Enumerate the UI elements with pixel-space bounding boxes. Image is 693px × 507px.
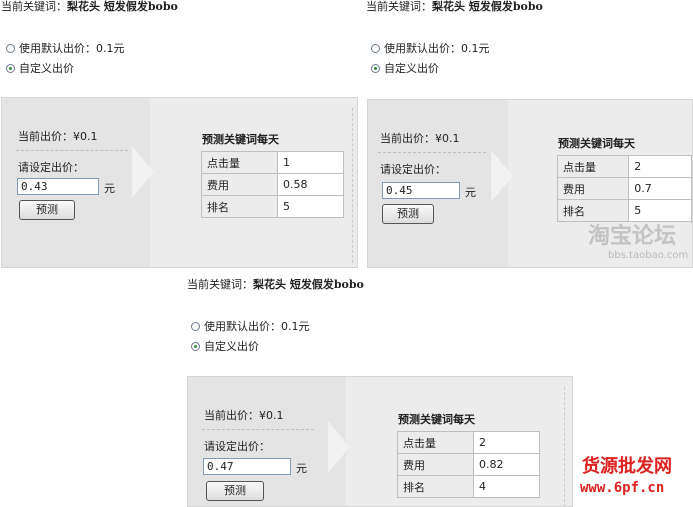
keyword-label: 当前关键词： (1, 0, 67, 13)
metric-name: 排名 (201, 195, 278, 218)
table-row: 排名 4 (397, 475, 540, 498)
custom-bid-label: 自定义出价 (19, 62, 74, 75)
table-row: 点击量 2 (397, 431, 540, 454)
set-bid-label: 请设定出价： (204, 440, 270, 453)
radio-default[interactable] (371, 43, 380, 53)
metric-name: 费用 (556, 177, 630, 200)
current-bid: 当前出价：¥0.1 (18, 128, 98, 144)
forecast-table: 点击量 1 费用 0.58 排名 5 (201, 151, 344, 218)
bid-panel-3: 当前关键词：梨花头 短发假发bobo 使用默认出价：0.1元 自定义出价 当前出… (185, 272, 575, 507)
keyword-line: 当前关键词：梨花头 短发假发bobo (1, 0, 178, 14)
forecast-title: 预测关键词每天 (398, 413, 475, 426)
forecast-box: 当前出价：¥0.1 请设定出价： 0.43 元 预测 预测关键词每天 点击量 1 … (1, 97, 358, 268)
metric-value: 2 (473, 431, 540, 454)
default-bid-label: 使用默认出价：0.1元 (19, 42, 125, 55)
metric-name: 排名 (397, 475, 474, 498)
metric-value: 2 (628, 155, 692, 178)
custom-bid-option[interactable]: 自定义出价 (371, 60, 439, 76)
current-bid-value: ¥0.1 (435, 132, 460, 145)
dashed-separator (16, 150, 128, 151)
custom-bid-option[interactable]: 自定义出价 (6, 60, 74, 76)
metric-value: 0.7 (628, 177, 692, 200)
bid-panel-1: 当前关键词：梨花头 短发假发bobo 使用默认出价：0.1元 自定义出价 当前出… (0, 0, 360, 268)
custom-bid-option[interactable]: 自定义出价 (191, 338, 259, 354)
keyword-value: 梨花头 短发假发bobo (253, 278, 364, 291)
dashed-separator (202, 429, 314, 430)
metric-value: 4 (473, 475, 540, 498)
metric-value: 5 (277, 195, 344, 218)
table-row: 点击量 1 (201, 151, 344, 174)
bid-panel-2: 当前关键词：梨花头 短发假发bobo 使用默认出价：0.1元 自定义出价 当前出… (363, 0, 693, 268)
yuan-unit: 元 (296, 462, 307, 475)
divider (352, 108, 353, 263)
default-bid-label: 使用默认出价：0.1元 (204, 320, 310, 333)
current-bid: 当前出价：¥0.1 (204, 407, 284, 423)
forecast-table: 点击量 2 费用 0.82 排名 4 (397, 431, 540, 498)
metric-name: 费用 (397, 453, 474, 476)
keyword-label: 当前关键词： (187, 278, 253, 291)
current-bid-value: ¥0.1 (73, 130, 98, 143)
keyword-line: 当前关键词：梨花头 短发假发bobo (187, 276, 364, 292)
metric-name: 点击量 (201, 151, 278, 174)
metric-value: 0.82 (473, 453, 540, 476)
predict-button[interactable]: 预测 (206, 481, 264, 501)
metric-value: 1 (277, 151, 344, 174)
yuan-unit: 元 (465, 186, 476, 199)
keyword-value: 梨花头 短发假发bobo (432, 0, 543, 13)
table-row: 费用 0.7 (556, 177, 692, 200)
radio-custom[interactable] (191, 341, 200, 351)
current-bid: 当前出价：¥0.1 (380, 130, 460, 146)
metric-name: 费用 (201, 173, 278, 196)
default-bid-option[interactable]: 使用默认出价：0.1元 (6, 40, 125, 56)
arrow-chevron-icon (491, 150, 513, 202)
table-row: 费用 0.82 (397, 453, 540, 476)
set-bid-label: 请设定出价： (380, 163, 446, 176)
forecast-title: 预测关键词每天 (558, 137, 635, 150)
current-bid-label: 当前出价： (18, 130, 73, 143)
radio-default[interactable] (6, 43, 15, 53)
divider (564, 387, 565, 506)
metric-name: 点击量 (556, 155, 630, 178)
dashed-separator (378, 152, 486, 153)
keyword-line: 当前关键词：梨花头 短发假发bobo (366, 0, 543, 14)
source-url-watermark: www.6pf.cn (580, 480, 665, 496)
keyword-label: 当前关键词： (366, 0, 432, 13)
set-bid-label: 请设定出价： (18, 161, 84, 174)
custom-bid-label: 自定义出价 (204, 340, 259, 353)
metric-value: 0.58 (277, 173, 344, 196)
custom-bid-label: 自定义出价 (384, 62, 439, 75)
radio-default[interactable] (191, 321, 200, 331)
yuan-unit: 元 (104, 182, 115, 195)
bid-input[interactable]: 0.43 (17, 178, 99, 195)
keyword-value: 梨花头 短发假发bobo (67, 0, 178, 13)
predict-button[interactable]: 预测 (19, 200, 75, 220)
predict-button[interactable]: 预测 (382, 204, 434, 224)
radio-custom[interactable] (6, 63, 15, 73)
metric-name: 点击量 (397, 431, 474, 454)
current-bid-label: 当前出价： (380, 132, 435, 145)
taobao-url-watermark: bbs.taobao.com (608, 250, 689, 261)
table-row: 点击量 2 (556, 155, 692, 178)
radio-custom[interactable] (371, 63, 380, 73)
current-bid-value: ¥0.1 (259, 409, 284, 422)
table-row: 费用 0.58 (201, 173, 344, 196)
forecast-title: 预测关键词每天 (202, 133, 279, 146)
arrow-chevron-icon (132, 146, 154, 198)
forecast-box: 当前出价：¥0.1 请设定出价： 0.45 元 预测 预测关键词每天 点击量 2 … (367, 99, 693, 268)
taobao-watermark: 淘宝论坛 (588, 224, 677, 249)
table-row: 排名 5 (201, 195, 344, 218)
bid-input[interactable]: 0.45 (382, 182, 460, 199)
arrow-chevron-icon (328, 421, 350, 473)
forecast-box: 当前出价：¥0.1 请设定出价： 0.47 元 预测 预测关键词每天 点击量 2 … (187, 376, 573, 507)
bid-input[interactable]: 0.47 (203, 458, 291, 475)
default-bid-option[interactable]: 使用默认出价：0.1元 (371, 40, 490, 56)
default-bid-label: 使用默认出价：0.1元 (384, 42, 490, 55)
default-bid-option[interactable]: 使用默认出价：0.1元 (191, 318, 310, 334)
source-watermark: 货源批发网 (582, 456, 672, 477)
current-bid-label: 当前出价： (204, 409, 259, 422)
forecast-table: 点击量 2 费用 0.7 排名 5 (556, 155, 692, 222)
